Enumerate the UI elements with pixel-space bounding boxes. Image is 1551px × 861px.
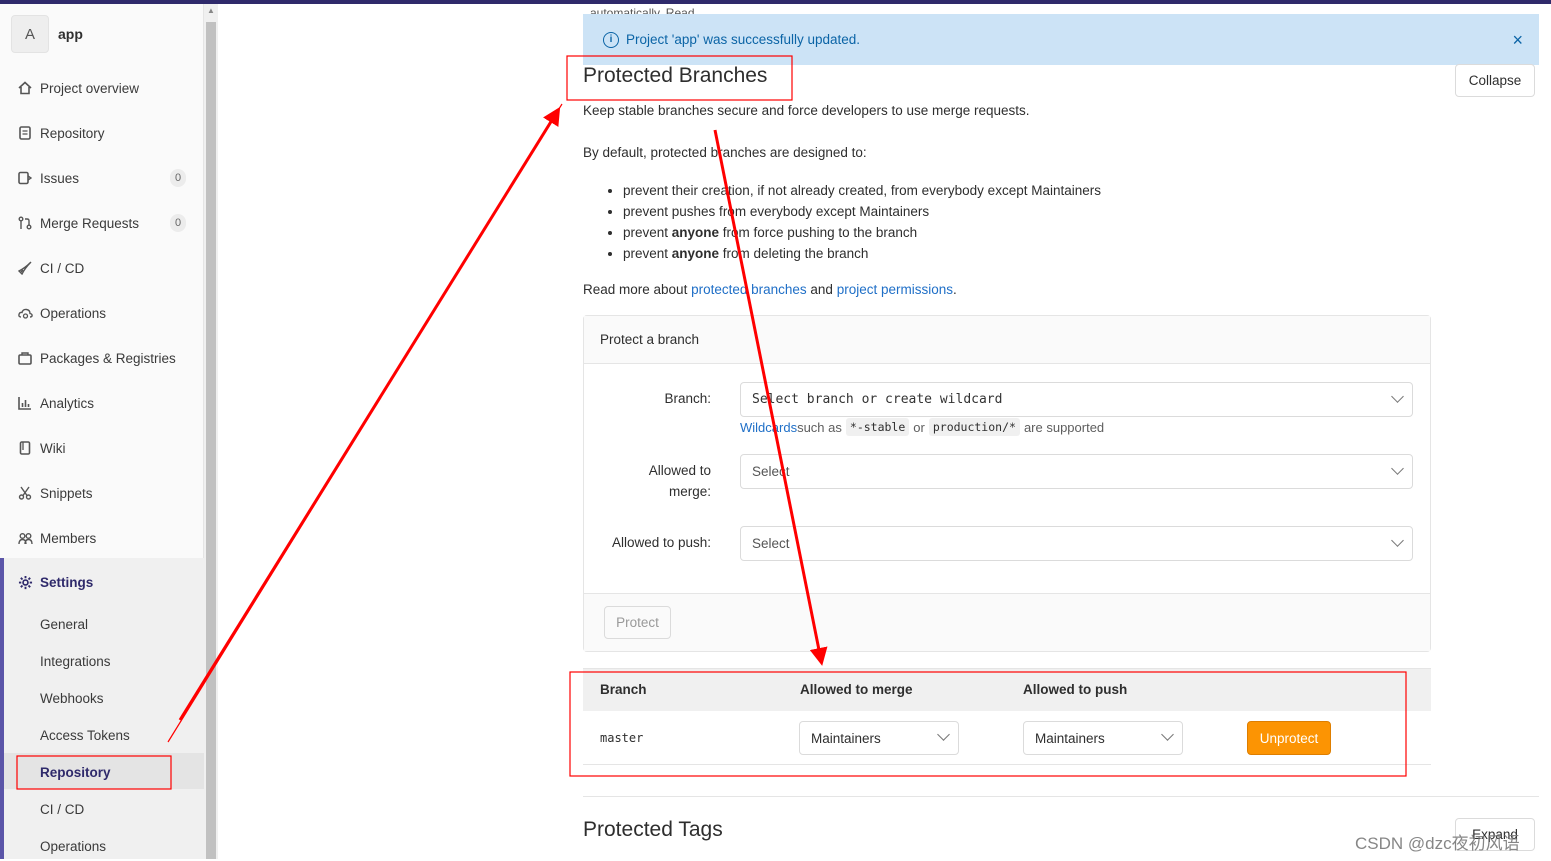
sidebar-item-snippets[interactable]: Snippets xyxy=(0,473,204,513)
branch-label: Branch: xyxy=(664,391,711,406)
settings-subitem-operations[interactable]: Operations xyxy=(40,831,106,861)
sidebar-item-project-overview[interactable]: Project overview xyxy=(0,68,204,108)
scroll-up-arrow-icon[interactable]: ▲ xyxy=(204,6,218,18)
sidebar-item-operations[interactable]: Operations xyxy=(0,293,204,333)
project-name: app xyxy=(58,26,83,42)
allowed-to-merge-label: Allowed to merge: xyxy=(648,463,711,499)
watermark: CSDN @dzc夜初风语 xyxy=(1355,834,1520,853)
merge-requests-count-badge: 0 xyxy=(170,214,186,232)
sidebar-item-members[interactable]: Members xyxy=(0,518,204,558)
package-icon xyxy=(17,350,33,366)
sidebar-item-label: Settings xyxy=(40,574,94,590)
sidebar-item-label: Operations xyxy=(40,305,107,321)
protect-button[interactable]: Protect xyxy=(604,606,671,639)
sidebar-item-label: Wiki xyxy=(40,440,66,456)
divider xyxy=(583,796,1539,797)
allowed-to-push-select[interactable]: Select xyxy=(740,526,1413,561)
table-header: Branch Allowed to merge Allowed to push xyxy=(583,669,1431,711)
top-bar xyxy=(0,0,1551,4)
chart-icon xyxy=(17,395,33,411)
info-icon: i xyxy=(603,31,619,48)
sidebar-item-label: Issues xyxy=(40,170,80,186)
sidebar-scroll-thumb[interactable] xyxy=(206,22,216,859)
home-icon xyxy=(17,80,33,96)
protected-branches-link[interactable]: protected branches xyxy=(691,282,807,297)
card-footer: Protect xyxy=(584,593,1430,651)
users-icon xyxy=(17,530,33,546)
wildcard-help: Wildcards such as *-stable or production… xyxy=(740,418,1105,436)
issues-icon xyxy=(17,170,33,186)
sidebar-item-label: Members xyxy=(40,530,97,546)
unprotect-button[interactable]: Unprotect xyxy=(1247,721,1331,755)
card-header: Protect a branch xyxy=(584,316,1430,364)
sidebar-item-label: CI / CD xyxy=(40,260,85,276)
sidebar-item-label: Repository xyxy=(40,125,105,141)
sidebar-item-settings[interactable]: Settings xyxy=(0,560,204,604)
chevron-down-icon xyxy=(1161,728,1174,741)
column-header-allowed-to-merge: Allowed to merge xyxy=(800,682,913,697)
settings-subitem-access-tokens[interactable]: Access Tokens xyxy=(40,720,130,750)
sidebar-item-issues[interactable]: Issues 0 xyxy=(0,158,204,198)
section-title: Protected Branches xyxy=(583,64,768,87)
row-allowed-to-push-select[interactable]: Maintainers xyxy=(1023,721,1183,755)
allowed-to-push-label: Allowed to push: xyxy=(611,535,711,550)
scissors-icon xyxy=(17,485,33,501)
rules-list: prevent their creation, if not already c… xyxy=(607,180,1101,264)
list-item: prevent their creation, if not already c… xyxy=(623,180,1101,201)
settings-subitem-integrations[interactable]: Integrations xyxy=(40,646,111,676)
wildcards-link[interactable]: Wildcards xyxy=(740,420,797,435)
issues-count-badge: 0 xyxy=(170,169,186,187)
sidebar-item-label: Snippets xyxy=(40,485,93,501)
default-text: By default, protected branches are desig… xyxy=(583,145,867,160)
clipped-text: automatically. Read xyxy=(590,6,695,14)
sidebar-item-merge-requests[interactable]: Merge Requests 0 xyxy=(0,203,204,243)
sidebar-item-ci-cd[interactable]: CI / CD xyxy=(0,248,204,288)
settings-subitem-repository[interactable]: Repository xyxy=(40,757,111,787)
sidebar-item-analytics[interactable]: Analytics xyxy=(0,383,204,423)
sidebar-item-label: Packages & Registries xyxy=(40,350,176,366)
chevron-down-icon xyxy=(1391,390,1404,403)
section-intro: Keep stable branches secure and force de… xyxy=(583,103,1030,118)
sidebar-item-repository[interactable]: Repository xyxy=(0,113,204,153)
book-icon xyxy=(17,440,33,456)
chevron-down-icon xyxy=(1391,462,1404,475)
close-icon[interactable]: × xyxy=(1512,30,1523,51)
sidebar-item-label: Analytics xyxy=(40,395,95,411)
project-permissions-link[interactable]: project permissions xyxy=(837,282,953,297)
protected-tags-title: Protected Tags xyxy=(583,818,723,841)
sidebar-item-packages-registries[interactable]: Packages & Registries xyxy=(0,338,204,378)
protect-branch-card: Protect a branch Branch: Select branch o… xyxy=(583,315,1431,652)
gear-icon xyxy=(17,574,33,590)
arrow-to-title xyxy=(178,106,561,721)
column-header-allowed-to-push: Allowed to push xyxy=(1023,682,1128,697)
project-header[interactable]: A app xyxy=(11,14,83,54)
column-header-branch: Branch xyxy=(600,682,647,697)
chevron-down-icon xyxy=(937,728,950,741)
sidebar-item-wiki[interactable]: Wiki xyxy=(0,428,204,468)
flash-message: Project 'app' was successfully updated. xyxy=(626,32,861,47)
row-allowed-to-merge-select[interactable]: Maintainers xyxy=(799,721,959,755)
branch-name: master xyxy=(600,731,644,745)
sidebar-item-label: Project overview xyxy=(40,80,140,96)
thin-annotation-line xyxy=(167,103,563,743)
settings-subitem-ci-cd[interactable]: CI / CD xyxy=(40,794,84,824)
sidebar-item-label: Merge Requests xyxy=(40,215,140,231)
project-avatar: A xyxy=(11,15,49,53)
settings-subitem-webhooks[interactable]: Webhooks xyxy=(40,683,104,713)
protected-branches-table: Branch Allowed to merge Allowed to push … xyxy=(583,668,1431,765)
settings-subitem-general[interactable]: General xyxy=(40,609,88,639)
list-item: prevent anyone from force pushing to the… xyxy=(623,222,1101,243)
cloud-gear-icon xyxy=(17,305,33,321)
chevron-down-icon xyxy=(1391,534,1404,547)
rocket-icon xyxy=(17,260,33,276)
collapse-button[interactable]: Collapse xyxy=(1455,64,1535,97)
list-item: prevent anyone from deleting the branch xyxy=(623,243,1101,264)
branch-select[interactable]: Select branch or create wildcard xyxy=(740,382,1413,417)
list-item: prevent pushes from everybody except Mai… xyxy=(623,201,1101,222)
document-icon xyxy=(17,125,33,141)
allowed-to-merge-select[interactable]: Select xyxy=(740,454,1413,489)
flash-notice: i Project 'app' was successfully updated… xyxy=(583,14,1539,65)
merge-request-icon xyxy=(17,215,33,231)
read-more: Read more about protected branches and p… xyxy=(583,282,957,297)
